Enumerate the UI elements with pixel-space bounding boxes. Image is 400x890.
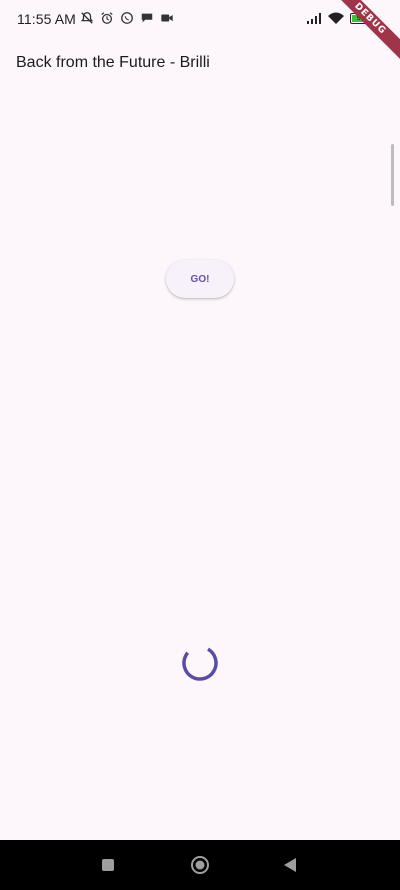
home-button[interactable] <box>188 853 212 877</box>
recent-apps-icon <box>102 859 114 871</box>
home-icon <box>191 856 209 874</box>
status-bar: 11:55 AM DEBUG <box>0 0 400 67</box>
android-nav-bar <box>0 840 400 890</box>
notification-icons <box>80 11 174 25</box>
bell-off-icon <box>80 12 94 24</box>
debug-banner: DEBUG <box>322 0 400 67</box>
signal-icon <box>307 12 321 24</box>
back-button[interactable] <box>278 853 302 877</box>
video-icon <box>161 14 173 22</box>
go-button[interactable]: GO! <box>166 260 234 298</box>
chat-icon <box>141 13 153 23</box>
status-time: 11:55 AM <box>17 11 76 27</box>
wifi-icon <box>328 12 344 24</box>
loading-spinner <box>182 645 218 681</box>
back-icon <box>284 858 296 872</box>
whatsapp-icon <box>121 12 133 24</box>
app-bar-title: Back from the Future - Brilli <box>16 54 210 71</box>
scrollbar[interactable] <box>391 144 394 206</box>
recent-apps-button[interactable] <box>96 853 120 877</box>
alarm-icon <box>101 12 113 24</box>
